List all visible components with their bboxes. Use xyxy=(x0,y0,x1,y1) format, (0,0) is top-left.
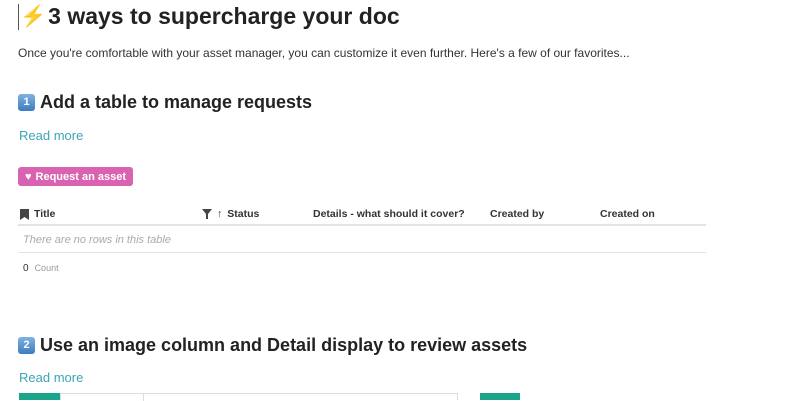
column-header-details[interactable]: Details - what should it cover? xyxy=(313,208,465,220)
bookmark-icon xyxy=(20,208,29,220)
request-asset-button[interactable]: ♥ Request an asset xyxy=(18,167,134,186)
column-header-created-on[interactable]: Created on xyxy=(600,208,655,220)
request-asset-label: Request an asset xyxy=(35,170,127,183)
text-cursor xyxy=(18,3,19,30)
section1-heading: 1 Add a table to manage requests xyxy=(18,92,312,113)
page-title-text: 3 ways to supercharge your doc xyxy=(48,3,400,29)
page-title: ⚡ 3 ways to supercharge your doc xyxy=(18,3,400,30)
keycap-1-icon: 1 xyxy=(18,94,35,111)
read-more-link-2[interactable]: Read more xyxy=(19,370,83,385)
row-divider xyxy=(18,252,706,253)
column-title-label: Title xyxy=(34,208,56,220)
filter-icon[interactable] xyxy=(202,209,212,219)
heart-icon: ♥ xyxy=(25,170,32,183)
read-more-link-1[interactable]: Read more xyxy=(19,128,83,143)
count-label: Count xyxy=(34,263,59,273)
intro-text: Once you're comfortable with your asset … xyxy=(18,46,630,60)
keycap-2-icon: 2 xyxy=(18,337,35,354)
count-value: 0 xyxy=(23,263,29,274)
empty-table-message: There are no rows in this table xyxy=(23,234,171,246)
search-box[interactable] xyxy=(60,393,458,401)
lightning-icon: ⚡ xyxy=(20,4,47,28)
green-button[interactable] xyxy=(19,393,60,400)
column-header-title[interactable]: Title xyxy=(20,208,55,220)
column-header-created-by[interactable]: Created by xyxy=(490,208,544,220)
green-button-2[interactable] xyxy=(480,393,520,400)
header-divider xyxy=(18,224,706,226)
column-status-label: Status xyxy=(227,208,260,220)
section2-heading: 2 Use an image column and Detail display… xyxy=(18,335,527,356)
sort-ascending-icon[interactable]: ↑ xyxy=(217,208,222,220)
column-header-status[interactable]: ↑ Status xyxy=(202,208,259,220)
section2-heading-text: Use an image column and Detail display t… xyxy=(40,335,528,355)
row-count: 0 Count xyxy=(23,263,59,274)
section1-heading-text: Add a table to manage requests xyxy=(40,92,313,112)
